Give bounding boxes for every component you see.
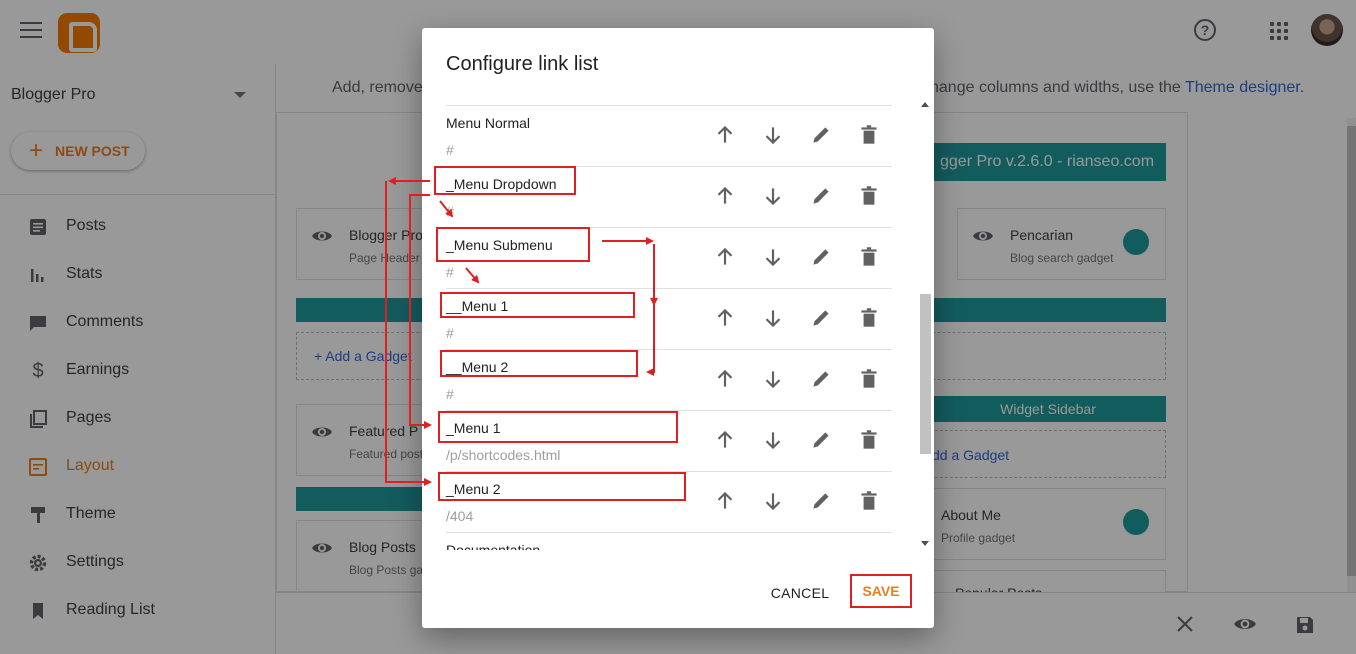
move-down-icon[interactable] xyxy=(760,488,786,514)
edit-pencil-icon[interactable] xyxy=(808,366,834,392)
link-label: __Menu 1 xyxy=(446,298,509,314)
cancel-button[interactable]: CANCEL xyxy=(768,576,832,610)
move-up-icon[interactable] xyxy=(712,366,738,392)
link-row[interactable]: Menu Normal # xyxy=(446,105,892,166)
edit-pencil-icon[interactable] xyxy=(808,122,834,148)
link-url: # xyxy=(446,264,454,280)
link-row[interactable]: _Menu 2/404 xyxy=(446,471,892,532)
delete-trash-icon[interactable] xyxy=(856,366,882,392)
save-button[interactable]: SAVE xyxy=(850,574,912,608)
scroll-thumb[interactable] xyxy=(920,294,931,454)
link-label: Menu Normal xyxy=(446,115,531,131)
link-row[interactable]: _Menu Dropdown # xyxy=(446,166,892,227)
edit-pencil-icon[interactable] xyxy=(808,183,834,209)
move-up-icon[interactable] xyxy=(712,427,738,453)
edit-pencil-icon[interactable] xyxy=(808,488,834,514)
link-url: # xyxy=(446,386,454,402)
move-down-icon[interactable] xyxy=(760,244,786,270)
link-row[interactable]: Documentation xyxy=(446,532,892,550)
move-up-icon[interactable] xyxy=(712,122,738,148)
move-up-icon[interactable] xyxy=(712,305,738,331)
link-label: Documentation xyxy=(446,542,541,550)
link-url: # xyxy=(446,142,454,158)
link-url: # xyxy=(446,203,454,219)
configure-link-list-dialog: Configure link list Menu Normal # _Menu Dr… xyxy=(422,28,934,628)
move-down-icon[interactable] xyxy=(760,549,786,550)
move-down-icon[interactable] xyxy=(760,305,786,331)
move-up-icon[interactable] xyxy=(712,244,738,270)
dialog-title: Configure link list xyxy=(446,53,599,75)
move-down-icon[interactable] xyxy=(760,122,786,148)
link-row[interactable]: _Menu Submenu # xyxy=(446,227,892,288)
edit-pencil-icon[interactable] xyxy=(808,427,834,453)
link-label: _Menu 1 xyxy=(446,420,501,436)
move-down-icon[interactable] xyxy=(760,366,786,392)
dialog-scrollbar[interactable] xyxy=(918,98,932,550)
scroll-up-arrow-icon[interactable] xyxy=(921,102,929,107)
edit-pencil-icon[interactable] xyxy=(808,549,834,550)
link-list: Menu Normal # _Menu Dropdown # _Menu Submenu… xyxy=(422,104,934,550)
link-label: _Menu 2 xyxy=(446,481,501,497)
link-row[interactable]: _Menu 1/p/shortcodes.html xyxy=(446,410,892,471)
delete-trash-icon[interactable] xyxy=(856,122,882,148)
delete-trash-icon[interactable] xyxy=(856,549,882,550)
link-row[interactable]: __Menu 1 # xyxy=(446,288,892,349)
move-up-icon[interactable] xyxy=(712,549,738,550)
link-label: __Menu 2 xyxy=(446,359,509,375)
link-url: /p/shortcodes.html xyxy=(446,447,561,463)
move-down-icon[interactable] xyxy=(760,183,786,209)
link-row[interactable]: __Menu 2 # xyxy=(446,349,892,410)
delete-trash-icon[interactable] xyxy=(856,244,882,270)
link-url: # xyxy=(446,325,454,341)
edit-pencil-icon[interactable] xyxy=(808,244,834,270)
link-label: _Menu Submenu xyxy=(446,237,553,253)
delete-trash-icon[interactable] xyxy=(856,183,882,209)
delete-trash-icon[interactable] xyxy=(856,427,882,453)
delete-trash-icon[interactable] xyxy=(856,305,882,331)
move-up-icon[interactable] xyxy=(712,488,738,514)
link-url: /404 xyxy=(446,508,474,524)
delete-trash-icon[interactable] xyxy=(856,488,882,514)
move-down-icon[interactable] xyxy=(760,427,786,453)
scroll-down-arrow-icon[interactable] xyxy=(921,541,929,546)
link-label: _Menu Dropdown xyxy=(446,176,557,192)
edit-pencil-icon[interactable] xyxy=(808,305,834,331)
move-up-icon[interactable] xyxy=(712,183,738,209)
